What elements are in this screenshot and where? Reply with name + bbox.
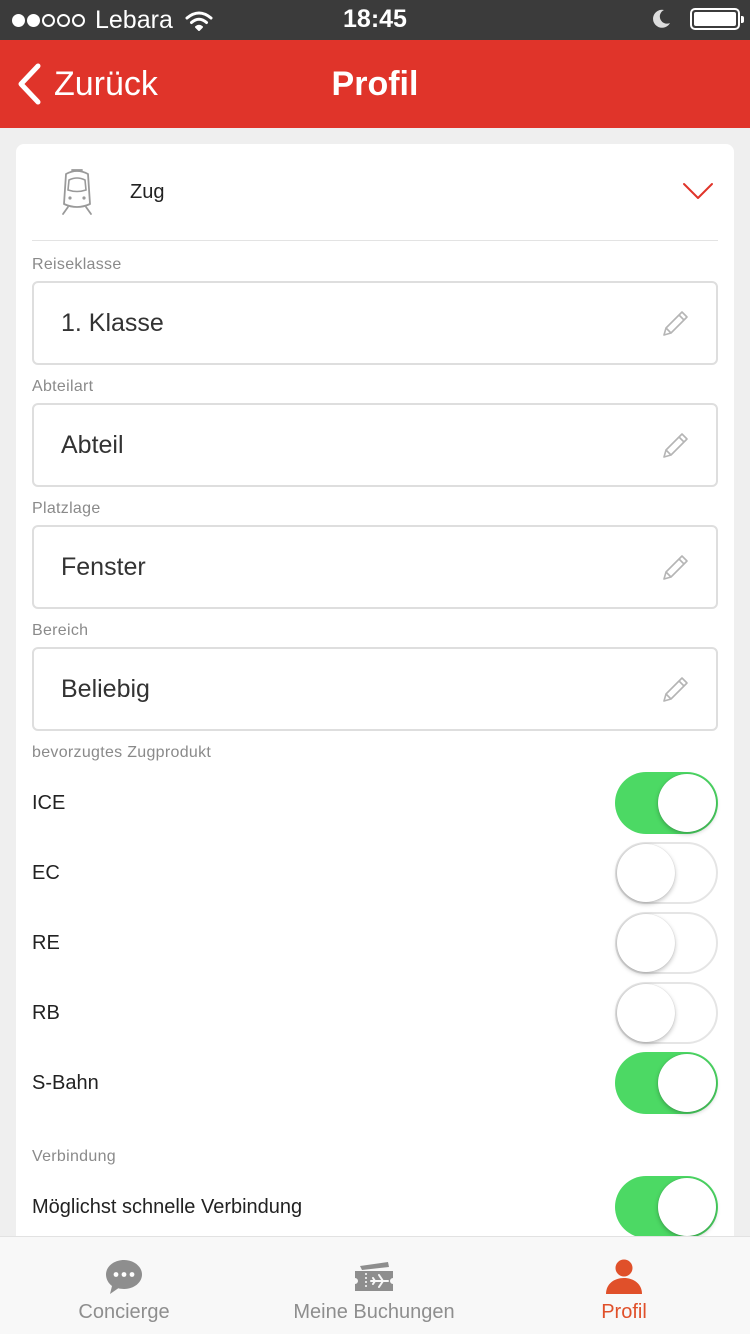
toggle-knob (658, 1054, 716, 1112)
toggle-re[interactable] (615, 912, 718, 974)
toggle-knob (617, 984, 675, 1042)
chevron-left-icon (18, 63, 41, 105)
toggle-ec[interactable] (615, 842, 718, 904)
toggle-ice[interactable] (615, 772, 718, 834)
bereich-field[interactable]: Beliebig (32, 647, 718, 731)
toggle-rb[interactable] (615, 982, 718, 1044)
toggle-knob (617, 844, 675, 902)
pencil-icon[interactable] (660, 307, 692, 339)
field-caption-platzlage: Platzlage (32, 500, 101, 517)
abteilart-value: Abteil (61, 431, 124, 459)
toggle-label-re: RE (32, 932, 60, 954)
train-icon (62, 169, 92, 215)
field-caption-abteilart: Abteilart (32, 378, 94, 395)
abteilart-field[interactable]: Abteil (32, 403, 718, 487)
connection-caption: Verbindung (32, 1148, 116, 1165)
status-bar: Lebara 18:45 (0, 0, 750, 40)
platzlage-value: Fenster (61, 553, 146, 581)
reiseklasse-value: 1. Klasse (61, 309, 164, 337)
person-icon (606, 1259, 642, 1294)
toggle-label-s-bahn: S-Bahn (32, 1072, 99, 1094)
tab-label: Profil (601, 1301, 647, 1323)
reiseklasse-field[interactable]: 1. Klasse (32, 281, 718, 365)
pencil-icon[interactable] (660, 429, 692, 461)
tab-meine-buchungen[interactable]: Meine Buchungen (264, 1237, 484, 1334)
toggle-label-rb: RB (32, 1002, 60, 1024)
field-caption-bereich: Bereich (32, 622, 89, 639)
toggle-knob (658, 774, 716, 832)
profile-card: Zug Reiseklasse 1. Klasse Abteilart Abte… (16, 144, 734, 1254)
products-caption: bevorzugtes Zugprodukt (32, 744, 212, 761)
transport-label: Zug (130, 181, 165, 203)
platzlage-field[interactable]: Fenster (32, 525, 718, 609)
tab-label: Concierge (78, 1301, 170, 1323)
back-button[interactable]: Zurück (16, 40, 158, 128)
toggle-label-ice: ICE (32, 792, 66, 814)
nav-bar: Zurück Profil (0, 40, 750, 128)
transport-selector[interactable]: Zug (32, 144, 718, 241)
ticket-icon (355, 1262, 393, 1291)
toggle-label-fast-connection: Möglichst schnelle Verbindung (32, 1196, 303, 1218)
field-caption-reiseklasse: Reiseklasse (32, 256, 122, 273)
tab-profil[interactable]: Profil (544, 1237, 704, 1334)
toggle-label-ec: EC (32, 862, 60, 884)
toggle-knob (617, 914, 675, 972)
chevron-down-icon (683, 183, 713, 199)
tab-bar: Concierge Meine Buchungen Profil (0, 1236, 750, 1334)
back-label: Zurück (54, 64, 158, 103)
bereich-value: Beliebig (61, 675, 150, 703)
chat-bubble-icon (106, 1260, 142, 1294)
tab-label: Meine Buchungen (293, 1301, 455, 1323)
toggle-fast-connection[interactable] (615, 1176, 718, 1238)
status-right (650, 8, 744, 30)
moon-icon (653, 9, 670, 28)
battery-icon (690, 8, 744, 30)
toggle-s-bahn[interactable] (615, 1052, 718, 1114)
toggle-knob (658, 1178, 716, 1236)
battery-fill (694, 12, 736, 26)
tab-concierge[interactable]: Concierge (24, 1237, 224, 1334)
pencil-icon[interactable] (660, 673, 692, 705)
pencil-icon[interactable] (660, 551, 692, 583)
status-time: 18:45 (343, 5, 407, 33)
